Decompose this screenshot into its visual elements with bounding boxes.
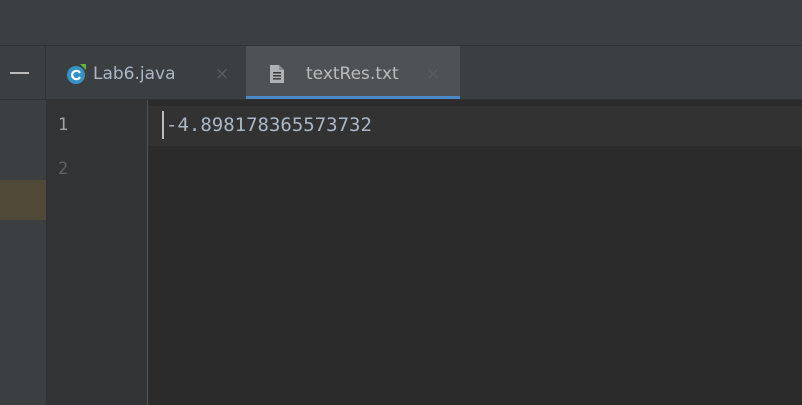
java-class-icon [67,64,86,84]
window-title-bar [0,0,802,45]
text-file-icon [270,65,284,83]
line-number: 1 [58,115,69,135]
gutter-marker [0,180,46,220]
left-tool-strip [0,100,46,405]
editor-line-1[interactable]: -4.898178365573732 [166,114,372,136]
editor-tab-bar: Lab6.java × textRes.txt × [0,46,802,100]
tab-lab6-java[interactable]: Lab6.java × [46,46,246,100]
tab-textres-txt[interactable]: textRes.txt × [246,46,460,100]
ide-window: Lab6.java × textRes.txt × 1 2 -4.8981783… [0,0,802,405]
tool-window-stub[interactable] [0,46,46,100]
close-icon[interactable]: × [215,63,229,85]
text-editor[interactable]: -4.898178365573732 [148,100,802,405]
tab-label: textRes.txt [306,64,399,84]
minimize-icon [10,72,29,74]
text-caret [162,111,164,139]
close-icon[interactable]: × [426,63,440,85]
line-number-gutter: 1 2 [0,100,148,405]
tab-label: Lab6.java [93,64,176,84]
line-number: 2 [58,159,69,179]
